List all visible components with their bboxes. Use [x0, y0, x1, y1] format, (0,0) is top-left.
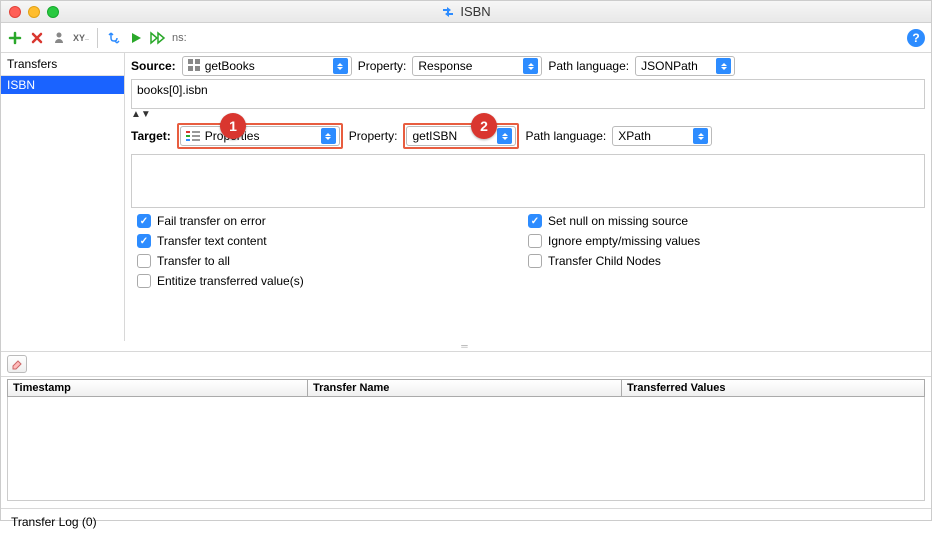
declare-button[interactable] [106, 30, 122, 46]
clear-log-button[interactable] [7, 355, 27, 373]
check-transfer-text[interactable]: Transfer text content [137, 234, 528, 248]
source-lang-select[interactable]: JSONPath [635, 56, 735, 76]
annotation-badge-2: 2 [471, 113, 497, 139]
target-lang-select[interactable]: XPath [612, 126, 712, 146]
source-lang-label: Path language: [548, 59, 629, 73]
transfer-icon [441, 6, 455, 18]
options-panel: Fail transfer on error Transfer text con… [125, 208, 931, 288]
sidebar-item-isbn[interactable]: ISBN [1, 76, 124, 94]
checkbox-icon [528, 214, 542, 228]
window-title: ISBN [1, 4, 931, 19]
chevron-updown-icon [693, 128, 708, 144]
rename-button[interactable]: XY_ [73, 30, 89, 46]
footer: Transfer Log (0) [1, 509, 931, 535]
chevron-updown-icon [716, 58, 731, 74]
grid-icon [188, 59, 200, 74]
checkbox-icon [528, 234, 542, 248]
log-body[interactable] [7, 397, 925, 501]
source-property-label: Property: [358, 59, 407, 73]
transfer-log-table: Timestamp Transfer Name Transferred Valu… [1, 379, 931, 509]
help-button[interactable]: ? [907, 29, 925, 47]
remove-transfer-button[interactable] [29, 30, 45, 46]
check-set-null[interactable]: Set null on missing source [528, 214, 919, 228]
target-step-select[interactable]: Properties [180, 126, 340, 146]
split-drag-handle[interactable]: ═ [1, 341, 931, 351]
sidebar-header: Transfers [1, 53, 124, 76]
chevron-updown-icon [321, 128, 336, 144]
toolbar-separator [97, 28, 98, 48]
target-expression-input[interactable] [131, 154, 925, 208]
log-col-values[interactable]: Transferred Values [622, 380, 924, 396]
check-entitize[interactable]: Entitize transferred value(s) [137, 274, 528, 288]
target-property-select[interactable]: getISBN [406, 126, 516, 146]
log-header-row: Timestamp Transfer Name Transferred Valu… [7, 379, 925, 397]
window-titlebar: ISBN [1, 1, 931, 23]
source-step-select[interactable]: getBooks [182, 56, 352, 76]
chevron-updown-icon [333, 58, 348, 74]
check-fail-on-error[interactable]: Fail transfer on error [137, 214, 528, 228]
window-title-text: ISBN [460, 4, 490, 19]
copy-transfer-button[interactable] [51, 30, 67, 46]
checkbox-icon [137, 274, 151, 288]
log-col-timestamp[interactable]: Timestamp [8, 380, 308, 396]
run-all-button[interactable] [150, 30, 166, 46]
target-lang-label: Path language: [525, 129, 606, 143]
add-transfer-button[interactable] [7, 30, 23, 46]
chevron-updown-icon [523, 58, 538, 74]
checkbox-icon [137, 254, 151, 268]
target-label: Target: [131, 129, 171, 143]
checkbox-icon [137, 234, 151, 248]
source-property-select[interactable]: Response [412, 56, 542, 76]
checkbox-icon [528, 254, 542, 268]
check-ignore-empty[interactable]: Ignore empty/missing values [528, 234, 919, 248]
log-col-name[interactable]: Transfer Name [308, 380, 622, 396]
source-row: Source: getBooks Property: Response Path… [125, 53, 931, 79]
checkbox-icon [137, 214, 151, 228]
log-toolbar [1, 351, 931, 377]
check-transfer-all[interactable]: Transfer to all [137, 254, 528, 268]
transfers-list[interactable]: ISBN [1, 76, 124, 341]
source-label: Source: [131, 59, 176, 73]
transfers-sidebar: Transfers ISBN [1, 53, 125, 341]
expand-toggle[interactable]: ▲▼ [125, 109, 931, 120]
chevron-updown-icon [497, 128, 512, 144]
source-expression-input[interactable]: books[0].isbn [131, 79, 925, 109]
transfer-log-label[interactable]: Transfer Log (0) [11, 515, 97, 529]
check-child-nodes[interactable]: Transfer Child Nodes [528, 254, 919, 268]
eraser-icon [10, 358, 24, 370]
annotation-badge-1: 1 [220, 113, 246, 139]
run-button[interactable] [128, 30, 144, 46]
ns-label: ns: [172, 32, 187, 44]
properties-icon [186, 131, 200, 141]
target-property-label: Property: [349, 129, 398, 143]
toolbar: XY_ ns: ? [1, 23, 931, 53]
